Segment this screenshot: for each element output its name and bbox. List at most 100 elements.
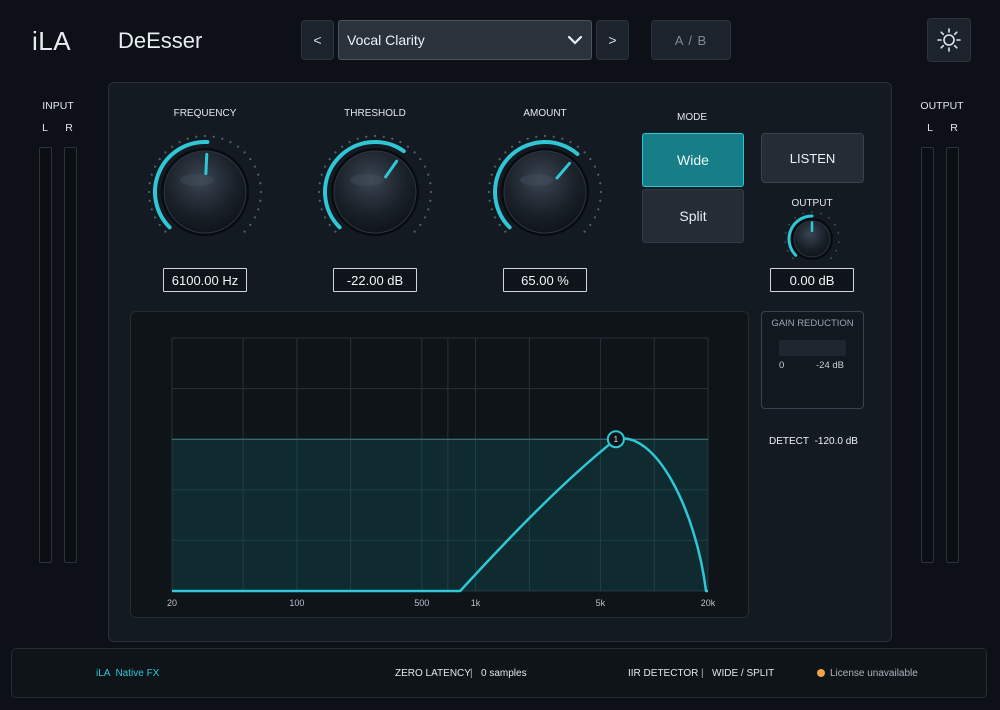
amount-scale-dot: [569, 141, 572, 144]
threshold-scale-dot: [399, 141, 402, 144]
latency-value: 0 samples: [481, 668, 527, 679]
threshold-scale-dot: [429, 182, 432, 185]
amount-scale-dot: [561, 137, 564, 140]
detector-separator: |: [701, 668, 704, 679]
output-scale-dot: [837, 232, 840, 234]
output-right-label: R: [950, 122, 958, 134]
amount-scale-dot: [583, 151, 586, 154]
frequency-label: FREQUENCY: [173, 108, 237, 119]
theme-toggle-button[interactable]: [927, 18, 971, 62]
output-gain-readout[interactable]: 0.00 dB: [770, 268, 854, 292]
input-meter-right: [64, 147, 77, 563]
threshold-scale-dot: [340, 145, 344, 148]
output-scale-dot: [794, 217, 796, 219]
frequency-scale-dot: [253, 216, 256, 219]
x-tick-label: 100: [289, 598, 304, 608]
threshold-knob[interactable]: [295, 120, 455, 260]
threshold-label: THRESHOLD: [344, 108, 406, 119]
output-scale-dot: [792, 257, 794, 259]
detector-label: IIR DETECTOR: [628, 668, 699, 679]
footer-brand: iLA Native FX: [96, 668, 160, 679]
threshold-scale-dot: [373, 134, 377, 138]
preset-select[interactable]: Vocal Clarity: [338, 20, 592, 60]
frequency-scale-dot: [236, 145, 240, 148]
threshold-scale-dot: [324, 216, 327, 219]
mode-split-button[interactable]: Split: [642, 189, 744, 243]
gain-reduction-panel: GAIN REDUCTION 0 -24 dB: [761, 311, 864, 409]
threshold-scale-dot: [324, 165, 327, 168]
amount-scale-dot: [488, 199, 491, 202]
amount-scale-dot: [490, 173, 493, 176]
amount-knob[interactable]: [465, 120, 625, 260]
threshold-readout[interactable]: -22.00 dB: [333, 268, 417, 292]
threshold-scale-dot: [413, 151, 416, 154]
threshold-scale-dot: [334, 151, 337, 154]
band-node-label: 1: [614, 435, 619, 444]
threshold-scale-dot: [334, 230, 337, 233]
threshold-scale-dot: [429, 190, 433, 194]
amount-scale-dot: [543, 134, 547, 138]
frequency-scale-dot: [150, 208, 153, 211]
threshold-scale-dot: [317, 190, 321, 194]
amount-knob-body: [503, 150, 587, 234]
amount-knob-highlight: [520, 174, 554, 186]
amount-scale-dot: [583, 230, 586, 233]
latency-label: ZERO LATENCY: [395, 668, 471, 679]
output-gain-knob[interactable]: [772, 206, 852, 270]
frequency-scale-dot: [229, 141, 232, 144]
amount-scale-dot: [494, 165, 497, 168]
amount-scale-dot: [597, 173, 600, 176]
amount-scale-dot: [498, 157, 501, 161]
amount-scale-dot: [535, 135, 538, 138]
threshold-scale-dot: [413, 230, 416, 233]
threshold-scale-dot: [419, 157, 422, 161]
input-right-label: R: [65, 122, 73, 134]
output-scale-dot: [838, 241, 840, 243]
ab-compare-button[interactable]: A / B: [651, 20, 731, 60]
frequency-scale-dot: [164, 230, 167, 233]
threshold-scale-dot: [348, 141, 351, 144]
frequency-scale-dot: [243, 230, 246, 233]
gain-reduction-title: GAIN REDUCTION: [771, 318, 854, 329]
frequency-scale-dot: [257, 173, 260, 176]
amount-scale-dot: [593, 216, 596, 219]
output-scale-dot: [820, 212, 822, 215]
output-scale-dot: [834, 223, 836, 226]
mode-label: MODE: [677, 112, 707, 123]
mode-wide-button[interactable]: Wide: [642, 133, 744, 187]
output-scale-dot: [788, 223, 790, 226]
amount-scale-dot: [589, 223, 592, 227]
x-tick-label: 20k: [701, 598, 716, 608]
frequency-readout[interactable]: 6100.00 Hz: [163, 268, 247, 292]
threshold-scale-dot: [318, 182, 321, 185]
threshold-scale-dot: [318, 199, 321, 202]
amount-scale-dot: [589, 157, 592, 161]
preset-name: Vocal Clarity: [347, 32, 425, 48]
amount-readout[interactable]: 65.00 %: [503, 268, 587, 292]
sun-icon: [937, 28, 961, 52]
input-meter-left: [39, 147, 52, 563]
amount-scale-dot: [494, 216, 497, 219]
prev-preset-button[interactable]: <: [301, 20, 334, 60]
frequency-scale-dot: [150, 173, 153, 176]
threshold-scale-dot: [320, 173, 323, 176]
plugin-title: DeEsser: [118, 28, 203, 53]
frequency-scale-dot: [195, 135, 198, 138]
x-tick-label: 1k: [471, 598, 481, 608]
output-scale-dot: [786, 249, 789, 252]
license-status: License unavailable: [830, 668, 918, 679]
frequency-scale-dot: [259, 199, 262, 202]
frequency-knob[interactable]: [125, 120, 285, 260]
next-preset-button[interactable]: >: [596, 20, 629, 60]
listen-button[interactable]: LISTEN: [761, 133, 864, 183]
brand-logo: iLA: [32, 26, 72, 56]
frequency-scale-dot: [178, 141, 181, 144]
frequency-response-graph[interactable]: 1 20 100 500 1k 5k 20k: [130, 311, 749, 618]
threshold-scale-dot: [427, 208, 430, 211]
frequency-scale-dot: [212, 135, 215, 138]
threshold-scale-dot: [356, 137, 359, 140]
output-meter-left: [921, 147, 934, 563]
detect-readout: DETECT -120.0 dB: [769, 436, 858, 447]
frequency-scale-dot: [164, 151, 167, 154]
threshold-scale-dot: [328, 157, 331, 161]
